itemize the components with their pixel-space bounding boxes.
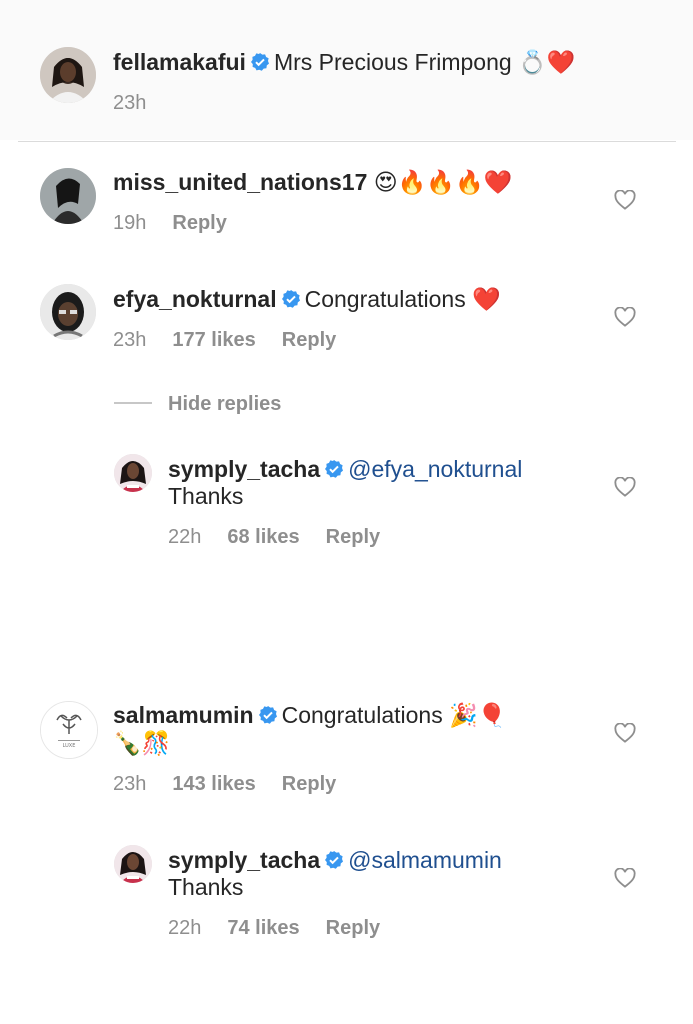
avatar-efya-nokturnal[interactable] xyxy=(40,284,96,340)
comment-time: 23h xyxy=(113,329,147,351)
reply-username[interactable]: symply_tacha xyxy=(168,456,320,482)
heart-outline-icon[interactable] xyxy=(614,868,636,888)
reply-button[interactable]: Reply xyxy=(282,328,336,352)
avatar-miss-united-nations17[interactable] xyxy=(40,168,96,224)
likes-count[interactable]: 74 likes xyxy=(227,916,299,940)
comment-time: 19h xyxy=(113,212,147,234)
comment-time: 23h xyxy=(113,773,147,795)
reply-username[interactable]: symply_tacha xyxy=(168,847,320,873)
comment-username[interactable]: salmamumin xyxy=(113,702,254,728)
caption-time: 23h xyxy=(113,92,147,114)
hide-replies-button[interactable]: Hide replies xyxy=(114,392,281,416)
comment-emojis: 😍🔥🔥🔥❤️ xyxy=(373,170,513,196)
reply-mention[interactable]: @efya_nokturnal xyxy=(348,456,522,482)
reply-button[interactable]: Reply xyxy=(172,211,226,235)
reply-time: 22h xyxy=(168,917,202,939)
avatar-salmamumin[interactable]: LUXE xyxy=(40,701,98,759)
reply-text: Thanks xyxy=(168,483,244,509)
comment-emojis-continued: 🍾🎊 xyxy=(113,731,171,757)
avatar-symply-tacha[interactable] xyxy=(114,454,152,492)
hide-replies-line xyxy=(114,402,152,404)
comment-emojis: 🎉🎈 xyxy=(449,703,507,729)
svg-text:LUXE: LUXE xyxy=(63,743,76,749)
heart-outline-icon[interactable] xyxy=(614,190,636,210)
comment-text: Congratulations xyxy=(281,702,443,728)
avatar-symply-tacha[interactable] xyxy=(114,845,152,883)
caption-divider xyxy=(18,141,676,142)
heart-outline-icon[interactable] xyxy=(614,723,636,743)
caption-username[interactable]: fellamakafui xyxy=(113,49,246,75)
verified-badge-icon xyxy=(258,705,278,725)
heart-outline-icon[interactable] xyxy=(614,307,636,327)
heart-outline-icon[interactable] xyxy=(614,477,636,497)
reply-button[interactable]: Reply xyxy=(282,772,336,796)
reply-time: 22h xyxy=(168,526,202,548)
likes-count[interactable]: 177 likes xyxy=(172,328,255,352)
reply-text: Thanks xyxy=(168,874,244,900)
likes-count[interactable]: 143 likes xyxy=(172,772,255,796)
comment-emojis: ❤️ xyxy=(472,287,501,313)
comment-username[interactable]: efya_nokturnal xyxy=(113,286,277,312)
likes-count[interactable]: 68 likes xyxy=(227,525,299,549)
hide-replies-label: Hide replies xyxy=(168,393,282,415)
caption-emojis: 💍❤️ xyxy=(518,50,576,76)
avatar-fellamakafui[interactable] xyxy=(40,47,96,103)
verified-badge-icon xyxy=(324,459,344,479)
comment-username[interactable]: miss_united_nations17 xyxy=(113,169,367,195)
reply-mention[interactable]: @salmamumin xyxy=(348,847,502,873)
reply-button[interactable]: Reply xyxy=(326,525,380,549)
comment-text: Congratulations xyxy=(304,286,466,312)
verified-badge-icon xyxy=(281,289,301,309)
reply-button[interactable]: Reply xyxy=(326,916,380,940)
verified-badge-icon xyxy=(324,850,344,870)
verified-badge-icon xyxy=(250,52,270,72)
caption-text: Mrs Precious Frimpong xyxy=(273,49,512,75)
